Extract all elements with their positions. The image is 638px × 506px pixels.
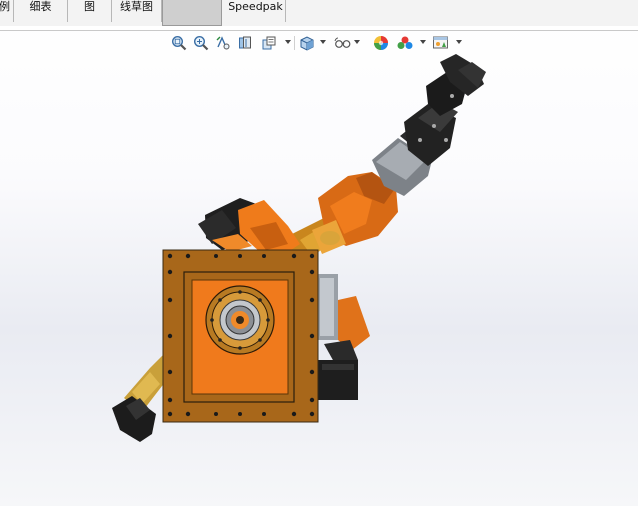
upper-left-housing bbox=[198, 198, 300, 256]
cad-assembly-model[interactable] bbox=[0, 0, 638, 506]
mounting-plate bbox=[162, 249, 319, 423]
end-effector-bracket bbox=[404, 54, 486, 166]
right-side-motor bbox=[316, 274, 370, 400]
